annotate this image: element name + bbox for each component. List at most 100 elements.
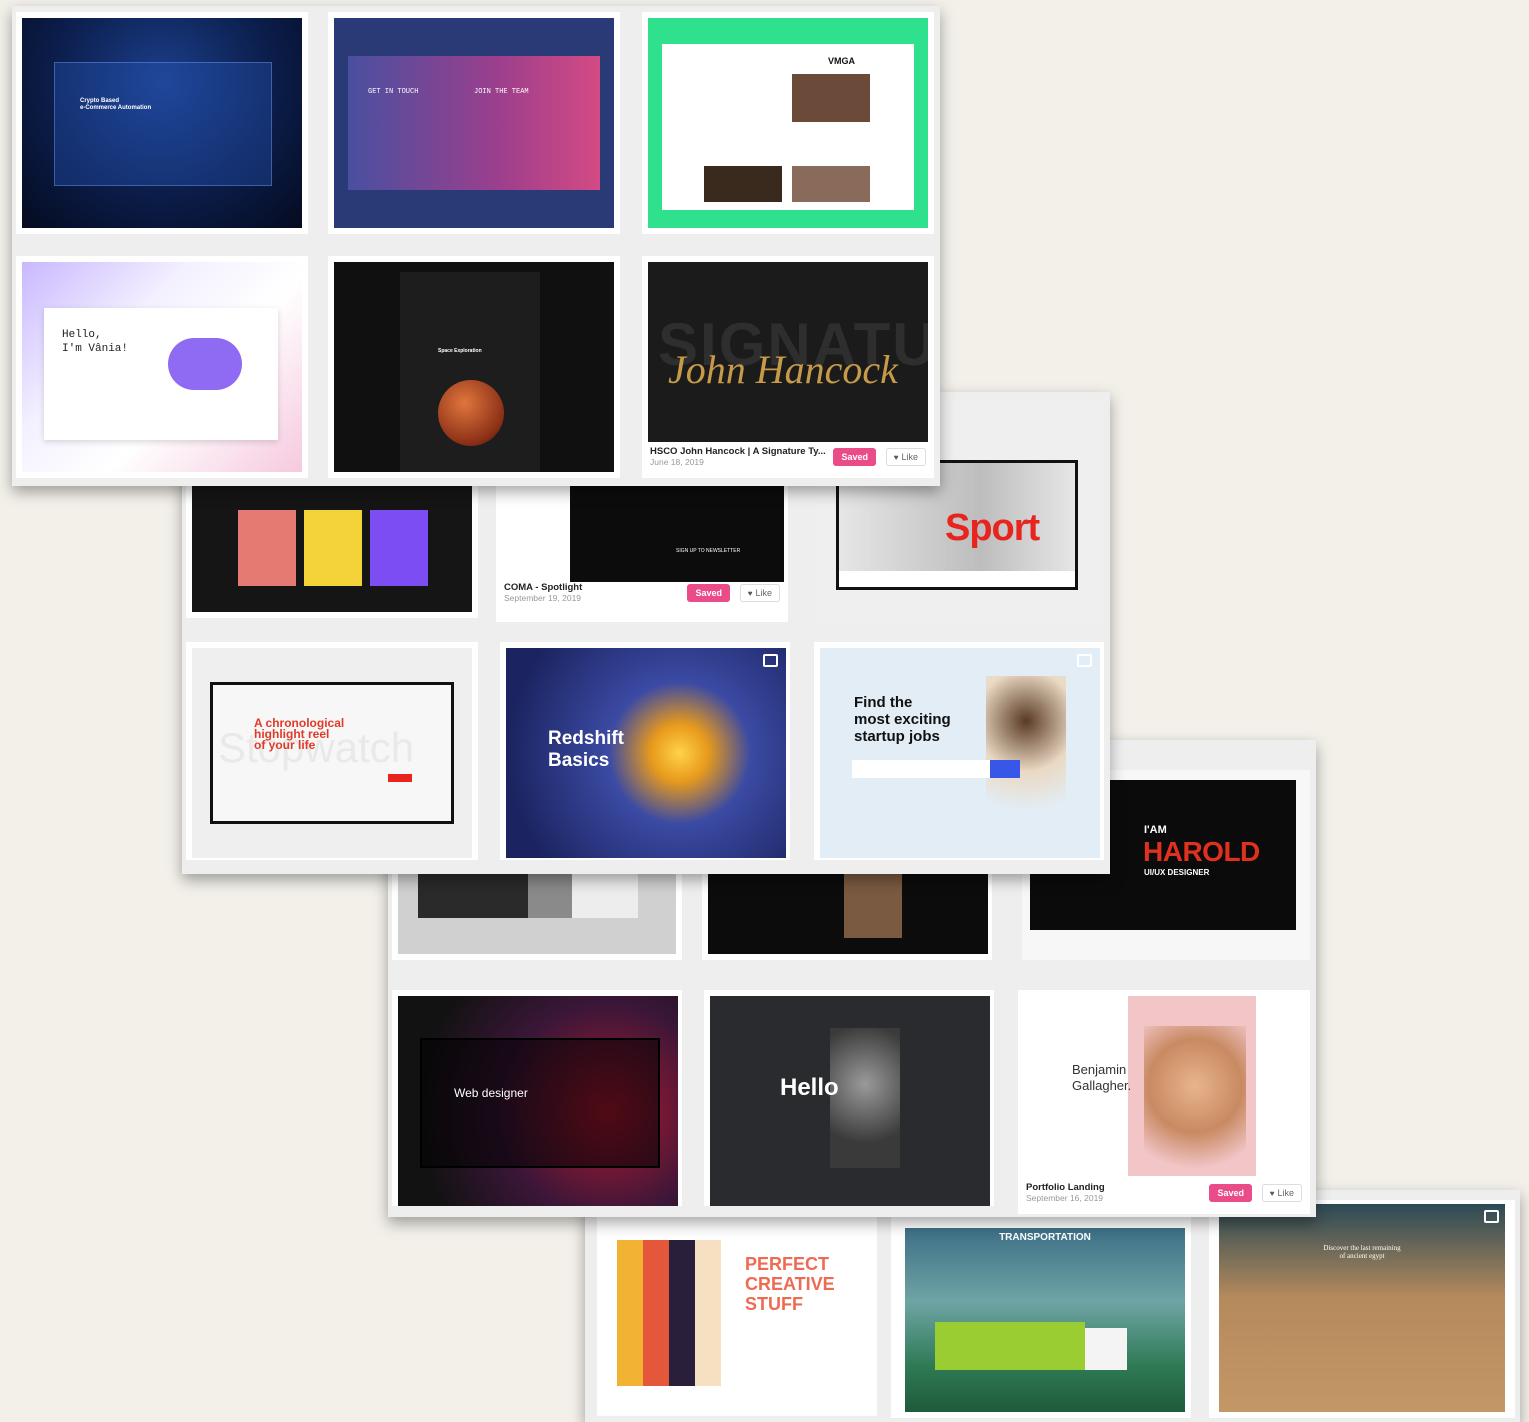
shot-thumbnail[interactable] [398,870,676,954]
truck-cab [1085,1328,1127,1370]
column-heading: JOIN THE TEAM [474,88,529,96]
portrait-strip [418,870,638,918]
script-signature: John Hancock [668,347,898,392]
shot-card[interactable] [186,478,478,618]
hero-intro: I'AM [1144,824,1167,836]
saved-button[interactable]: Saved [1209,1184,1252,1202]
multi-shot-icon [763,654,778,667]
shot-title[interactable]: HSCO John Hancock | A Signature Ty... [650,446,926,457]
shot-meta: HSCO John Hancock | A Signature Ty... Ju… [650,446,926,472]
shot-date: June 18, 2019 [650,457,704,467]
shot-card[interactable]: Hello, I'm Vânia! [16,256,308,478]
shot-thumbnail[interactable] [192,478,472,612]
saved-button[interactable]: Saved [833,448,876,466]
shot-card[interactable] [392,870,682,960]
shot-thumbnail[interactable]: TRANSPORTATION [905,1228,1185,1412]
shot-card[interactable]: Benjamin Gallagher. Portfolio Landing Se… [1018,990,1310,1214]
geometric-pattern [617,1240,721,1386]
shot-card[interactable]: Discover the last remaining of ancient e… [1209,1200,1515,1418]
shot-headline: Discover the last remaining of ancient e… [1323,1244,1401,1260]
shot-headline: Find the most exciting startup jobs [854,694,951,745]
browser-frame [420,1038,660,1168]
shot-date: September 16, 2019 [1026,1193,1104,1203]
shot-thumbnail[interactable]: Discover the last remaining of ancient e… [1219,1204,1505,1412]
photo [792,166,870,202]
truck-illustration [935,1322,1085,1370]
shot-card[interactable]: Web designer [392,990,682,1206]
shot-thumbnail[interactable]: SIGNATURE John Hancock [648,262,928,442]
heart-icon: ♥ [893,453,899,462]
portrait-card [370,510,428,586]
brand-logo: VMGA [828,56,855,66]
shot-thumbnail[interactable]: Space Exploration [334,262,614,472]
shot-headline: Sport [945,507,1040,549]
shot-card[interactable]: SIGN UP TO NEWSLETTER COMA - Spotlight S… [496,478,788,622]
like-button[interactable]: ♥ Like [739,584,780,602]
shot-card[interactable]: Space Exploration [328,256,620,478]
shot-card[interactable]: TRANSPORTATION [891,1200,1191,1418]
like-label: Like [755,588,772,598]
portrait-card [238,510,296,586]
multi-shot-icon [1484,1210,1499,1223]
shot-thumbnail[interactable]: Crypto Based e-Commerce Automation [22,18,302,228]
shot-headline: Hello [780,1074,839,1101]
shot-card[interactable]: SIGNATURE John Hancock HSCO John Hancock… [642,256,934,478]
multi-shot-icon [1077,654,1092,667]
shot-card[interactable]: GET IN TOUCH JOIN THE TEAM [328,12,620,234]
heart-icon: ♥ [1269,1189,1275,1198]
shot-headline: TRANSPORTATION [999,1232,1091,1243]
page-body [662,44,914,210]
cta-button [388,774,412,782]
saved-button[interactable]: Saved [687,584,730,602]
shot-headline: A chronological highlight reel of your l… [254,716,345,752]
shot-card[interactable]: Crypto Based e-Commerce Automation [16,12,308,234]
like-button[interactable]: ♥ Like [885,448,926,466]
hero-name: HAROLD [1143,836,1260,867]
hero-role: UI/UX DESIGNER [1144,868,1210,877]
portrait-photo [986,676,1066,826]
shot-thumbnail[interactable]: Hello [710,996,990,1206]
shot-headline: Crypto Based e-Commerce Automation [80,98,152,111]
shot-thumbnail[interactable]: Redshift Basics [506,648,786,858]
shot-thumbnail[interactable]: Hello, I'm Vânia! [22,262,302,472]
newsletter-label: SIGN UP TO NEWSLETTER [676,548,741,554]
shot-title[interactable]: Portfolio Landing [1026,1182,1302,1193]
shot-thumbnail[interactable]: Benjamin Gallagher. [1026,996,1302,1176]
shot-card[interactable]: VMGA [642,12,934,234]
shot-card[interactable]: Find the most exciting startup jobs [814,642,1104,860]
dark-panel [570,478,784,582]
shot-headline: Hello, I'm Vânia! [62,329,129,355]
shot-headline: Space Exploration [438,348,482,354]
shot-grid-sheet-4: PERFECT CREATIVE STUFF TRANSPORTATION Di… [585,1190,1520,1422]
browser-frame [54,62,272,186]
portrait-photo [830,1028,900,1168]
like-label: Like [1277,1188,1294,1198]
illustration-blob [168,338,242,390]
portrait-photo [844,870,902,938]
shot-card[interactable] [702,870,992,960]
shot-headline: Benjamin Gallagher. [1072,1062,1132,1093]
shot-thumbnail[interactable] [708,870,988,954]
shot-card[interactable]: PERFECT CREATIVE STUFF [597,1216,877,1416]
shot-thumbnail[interactable]: GET IN TOUCH JOIN THE TEAM [334,18,614,228]
shot-thumbnail[interactable]: Stopwatch A chronological highlight reel… [192,648,472,858]
shot-thumbnail[interactable]: PERFECT CREATIVE STUFF [605,1224,869,1408]
planet [438,380,504,446]
shot-thumbnail[interactable]: VMGA [648,18,928,228]
shot-date: September 19, 2019 [504,593,582,603]
shot-thumbnail[interactable]: Find the most exciting startup jobs [820,648,1100,858]
shot-card[interactable]: Redshift Basics [500,642,790,860]
shot-grid-sheet-1: Crypto Based e-Commerce Automation GET I… [12,6,940,486]
gradient-panel [348,56,600,190]
photo [792,74,870,122]
shot-title[interactable]: COMA - Spotlight [504,582,780,593]
shot-headline: PERFECT CREATIVE STUFF [745,1254,835,1314]
shot-headline: Web designer [454,1086,528,1100]
like-button[interactable]: ♥ Like [1261,1184,1302,1202]
heart-icon: ♥ [747,589,753,598]
shot-thumbnail[interactable]: SIGN UP TO NEWSLETTER [506,478,784,582]
shot-thumbnail[interactable]: Web designer [398,996,678,1206]
shot-meta: COMA - Spotlight September 19, 2019 Save… [504,582,780,608]
shot-card[interactable]: Hello [704,990,994,1206]
shot-card[interactable]: Stopwatch A chronological highlight reel… [186,642,478,860]
